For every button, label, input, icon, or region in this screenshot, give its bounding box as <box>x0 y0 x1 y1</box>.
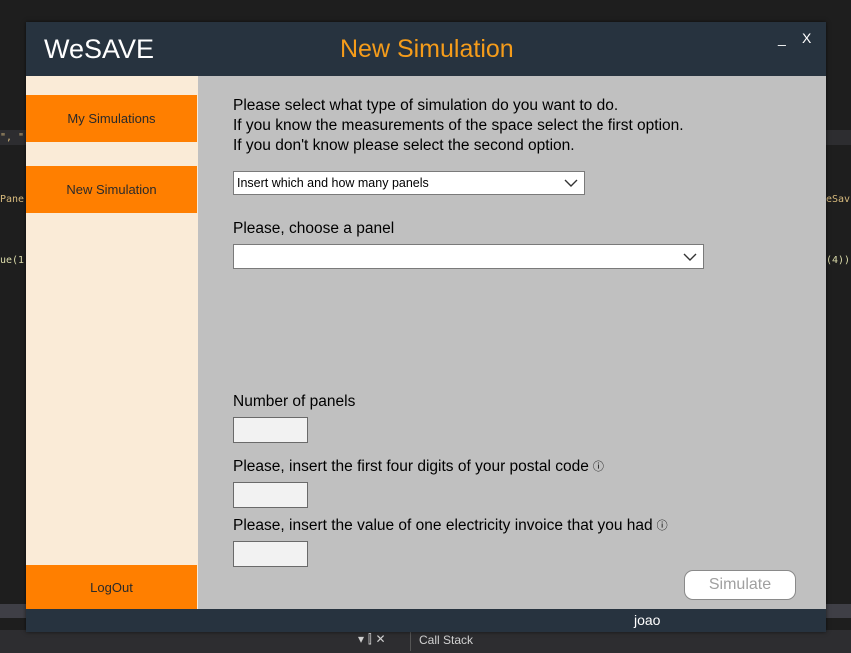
ide-code-fragment: Pane <box>0 194 25 205</box>
invoice-input[interactable] <box>233 541 308 567</box>
postal-code-label: Please, insert the first four digits of … <box>233 458 604 476</box>
number-of-panels-label: Number of panels <box>233 393 356 410</box>
ide-bottom-panel: ▾ ⫿ ✕ Call Stack <box>0 630 851 653</box>
ide-code-fragment: (4)). <box>826 255 851 266</box>
main-panel: Please select what type of simulation do… <box>198 76 826 609</box>
page-title: New Simulation <box>340 35 514 63</box>
panel-select[interactable] <box>233 244 704 269</box>
number-of-panels-input[interactable] <box>233 417 308 443</box>
invoice-label-text: Please, insert the value of one electric… <box>233 517 653 534</box>
username-label: joao <box>634 612 661 628</box>
simulation-type-value: Insert which and how many panels <box>237 176 429 190</box>
chevron-down-icon <box>683 253 697 261</box>
instruction-line: If you know the measurements of the spac… <box>233 117 684 134</box>
invoice-label: Please, insert the value of one electric… <box>233 517 668 535</box>
choose-panel-label: Please, choose a panel <box>233 220 395 237</box>
ide-code-fragment: eSav <box>826 194 851 205</box>
ide-code-fragment: ", " <box>0 132 25 143</box>
instruction-line: If you don't know please select the seco… <box>233 137 575 154</box>
logout-button[interactable]: LogOut <box>26 565 197 609</box>
status-bar: joao <box>26 609 826 632</box>
close-button[interactable]: X <box>802 30 811 46</box>
sidebar-item-my-simulations[interactable]: My Simulations <box>26 95 197 142</box>
instructions: Please select what type of simulation do… <box>233 96 684 156</box>
ide-tab-call-stack[interactable]: Call Stack <box>419 633 473 647</box>
sidebar: My Simulations New Simulation LogOut <box>26 76 198 609</box>
ide-panel-tools[interactable]: ▾ ⫿ ✕ <box>358 632 386 647</box>
chevron-down-icon <box>564 179 578 187</box>
app-brand: WeSAVE <box>44 34 155 64</box>
info-icon[interactable]: ⓘ <box>657 520 668 532</box>
ide-code-fragment: ue(1 <box>0 255 25 266</box>
instruction-line: Please select what type of simulation do… <box>233 97 619 114</box>
minimize-button[interactable]: _ <box>778 30 786 46</box>
info-icon[interactable]: ⓘ <box>593 461 604 473</box>
title-bar: WeSAVE New Simulation _ X <box>26 22 826 76</box>
simulate-button[interactable]: Simulate <box>684 570 796 600</box>
ide-editor-strip <box>826 130 851 145</box>
postal-code-label-text: Please, insert the first four digits of … <box>233 458 589 475</box>
wesave-window: WeSAVE New Simulation _ X My Simulations… <box>26 22 826 632</box>
simulation-type-select[interactable]: Insert which and how many panels <box>233 171 585 195</box>
sidebar-item-new-simulation[interactable]: New Simulation <box>26 166 197 213</box>
postal-code-input[interactable] <box>233 482 308 508</box>
ide-divider <box>410 632 411 651</box>
